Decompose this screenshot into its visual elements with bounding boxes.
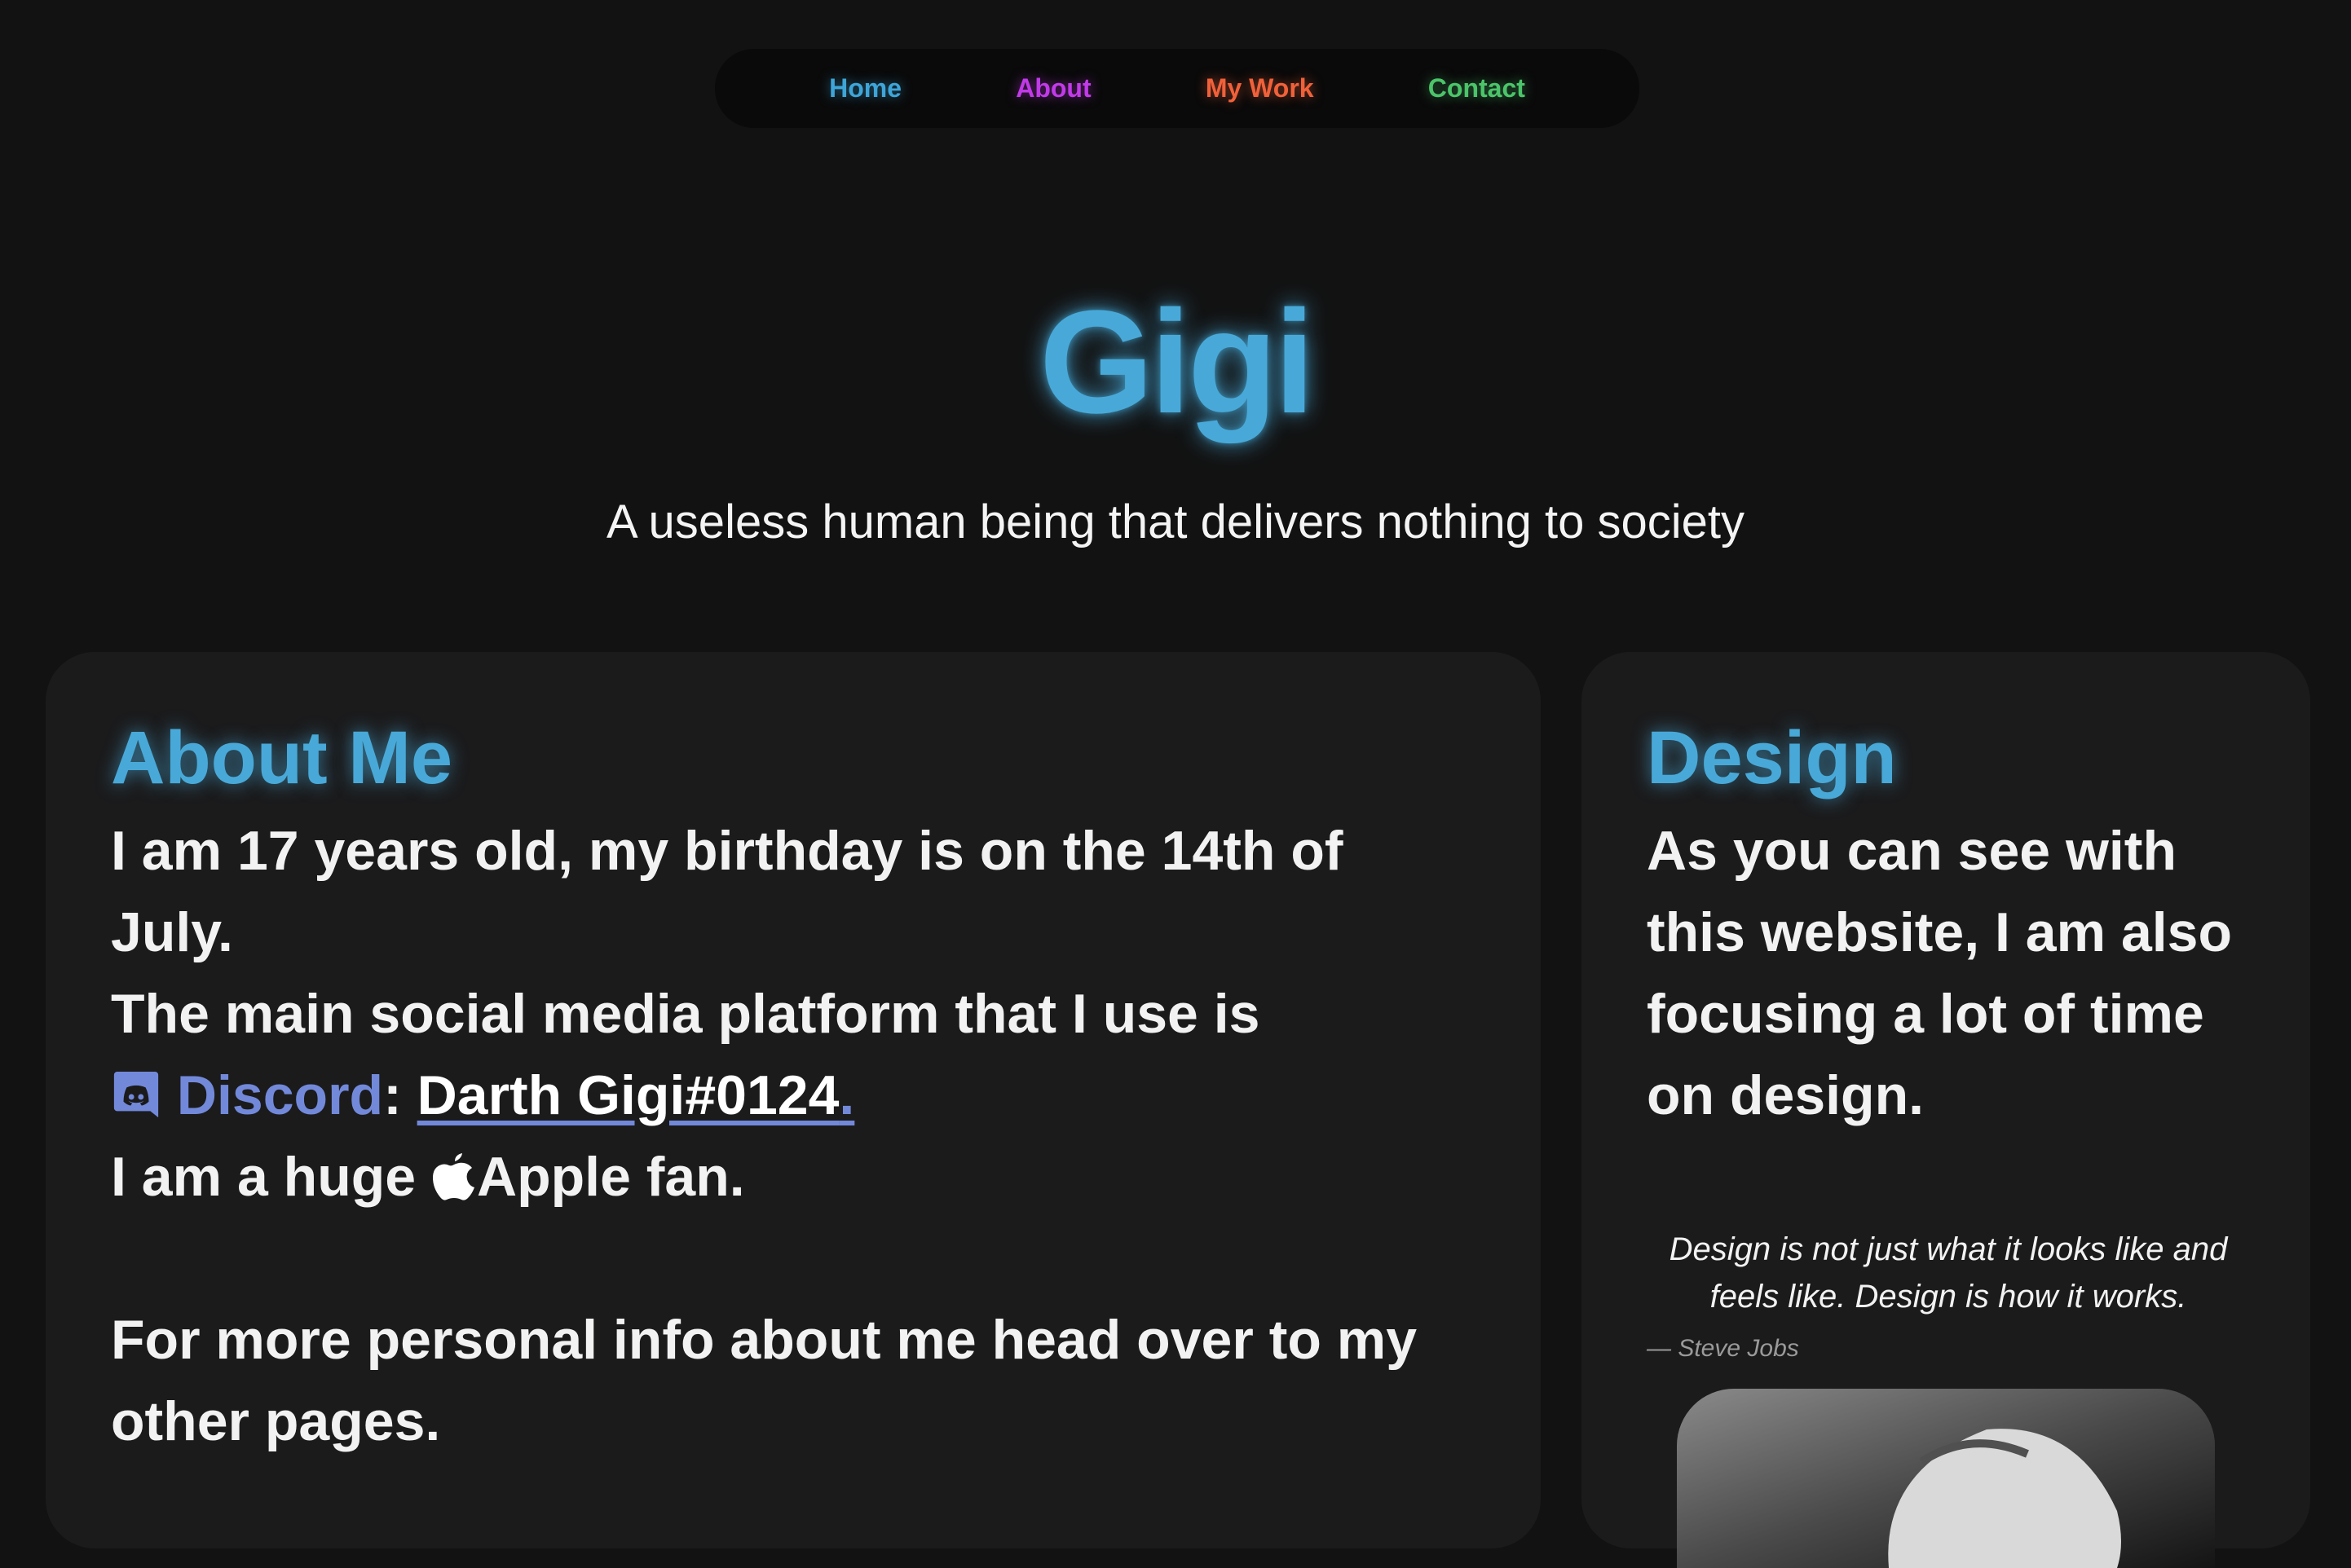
- discord-handle-link[interactable]: Darth Gigi#0124: [417, 1064, 840, 1126]
- apple-fan-line: I am a huge Apple fan.: [111, 1136, 1475, 1218]
- page-title: Gigi: [1039, 280, 1315, 444]
- more-info-text: For more personal info about me head ove…: [111, 1309, 1418, 1452]
- main-nav: Home About My Work Contact: [715, 49, 1639, 128]
- design-heading: Design: [1647, 716, 1897, 799]
- design-card: Design As you can see with this website,…: [1581, 652, 2310, 1568]
- steve-jobs-photo: [1677, 1389, 2215, 1568]
- apple-pre-text: I am a huge: [111, 1146, 431, 1208]
- nav-home-link[interactable]: Home: [829, 73, 902, 104]
- design-body: As you can see with this website, I am a…: [1647, 820, 2233, 1126]
- discord-icon: [113, 1071, 159, 1118]
- quote-author: — Steve Jobs: [1647, 1335, 1799, 1362]
- design-quote: Design is not just what it looks like an…: [1647, 1226, 2250, 1372]
- photo-image: [1677, 1389, 2215, 1568]
- discord-line: Discord: Darth Gigi#0124.: [111, 1055, 1475, 1136]
- age-birthday-text: I am 17 years old, my birthday is on the…: [111, 820, 1343, 963]
- about-me-heading: About Me: [111, 716, 453, 799]
- discord-label: Discord: [176, 1064, 384, 1126]
- discord-colon: :: [383, 1064, 417, 1126]
- social-platform-text: The main social media platform that I us…: [111, 983, 1260, 1045]
- nav-about-link[interactable]: About: [1016, 73, 1091, 104]
- handle-period: .: [839, 1064, 855, 1126]
- nav-contact-link[interactable]: Contact: [1428, 73, 1525, 104]
- nav-my-work-link[interactable]: My Work: [1206, 73, 1314, 104]
- about-me-card: About Me I am 17 years old, my birthday …: [46, 652, 1541, 1548]
- quote-text: Design is not just what it looks like an…: [1669, 1231, 2228, 1315]
- apple-post-text: Apple fan.: [477, 1146, 745, 1208]
- page-subtitle: A useless human being that delivers noth…: [606, 496, 1745, 548]
- about-me-body: I am 17 years old, my birthday is on the…: [111, 810, 1475, 1462]
- apple-icon: [433, 1153, 474, 1200]
